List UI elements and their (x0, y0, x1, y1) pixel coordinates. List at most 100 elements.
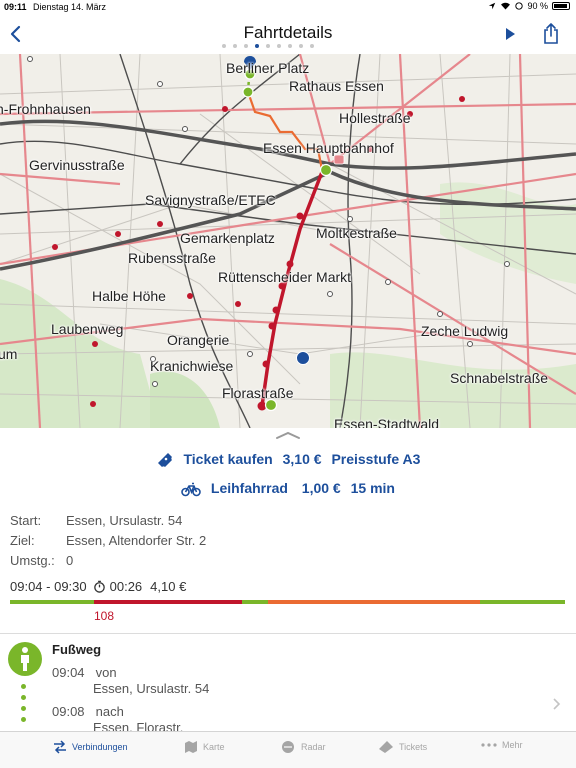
page-dot[interactable] (222, 44, 226, 48)
tab-more[interactable]: Mehr (481, 740, 523, 750)
tab-more-label: Mehr (502, 740, 523, 750)
map-label: Laubenweg (51, 321, 124, 337)
page-dot[interactable] (310, 44, 314, 48)
tram-line-label: 108 (94, 609, 115, 623)
tab-radar-label: Radar (301, 742, 326, 752)
destination-label: Ziel: (10, 533, 35, 548)
share-icon[interactable] (541, 22, 561, 46)
map-label: Schnabelstraße (450, 370, 549, 386)
ticket-label: Ticket kaufen (183, 451, 273, 467)
status-date: Dienstag 14. März (33, 2, 107, 12)
tab-map[interactable]: Karte (184, 740, 225, 754)
tab-map-label: Karte (203, 742, 225, 752)
step-from-time: 09:04 (52, 665, 85, 680)
map-label: Halbe Höhe (92, 288, 166, 304)
lock-rotation-icon (515, 2, 524, 10)
tab-connections[interactable]: Verbindungen (53, 740, 128, 754)
timeline-walk-segment (10, 600, 94, 604)
map-icon (185, 741, 197, 753)
timeline-bike-segment (268, 600, 480, 604)
ticket-icon (157, 453, 172, 468)
timeline-tram-segment (94, 600, 242, 604)
changes-label: Umstg.: (10, 553, 55, 568)
start-label: Start: (10, 513, 42, 528)
bike-price: 1,00 € (301, 480, 341, 496)
duration: 00:26 (109, 579, 143, 594)
tab-bar: Verbindungen Karte Radar Tickets Mehr (0, 731, 576, 768)
ticket-icon (379, 741, 393, 753)
chevron-right-icon[interactable] (551, 697, 561, 711)
map-label: Hollestraße (339, 110, 411, 126)
step-to: 09:08 nach Essen, Florastr. (52, 704, 183, 735)
route-map[interactable]: Berliner Platz Rathaus Essen n-Frohnhausen… (0, 54, 576, 428)
map-label: Moltkestraße (316, 225, 397, 241)
map-label: Florastraße (222, 385, 294, 401)
play-icon[interactable] (500, 24, 520, 44)
destination-address: Essen, Altendorfer Str. 2 (66, 533, 207, 548)
status-time: 09:11 (4, 2, 27, 12)
page-indicator[interactable] (222, 44, 314, 48)
page-dot[interactable] (244, 44, 248, 48)
walk-route-dots (21, 684, 27, 728)
map-label: Rüttenscheider Markt (218, 269, 352, 285)
map-label: Gemarkenplatz (180, 230, 275, 246)
total-price: 4,10 € (150, 579, 187, 594)
step-from: 09:04 von Essen, Ursulastr. 54 (52, 665, 209, 696)
step-from-address: Essen, Ursulastr. 54 (93, 681, 210, 696)
location-arrow-icon (489, 2, 496, 10)
battery-percent: 90 % (527, 1, 548, 11)
more-icon (481, 743, 497, 747)
divider (0, 633, 576, 634)
sheet-handle-chevron-icon[interactable] (274, 430, 302, 440)
status-bar: 09:11 Dienstag 14. März 90 % (0, 0, 576, 14)
battery-icon (552, 2, 570, 10)
map-label: Gervinusstraße (29, 157, 125, 173)
map-label: Essen-Stadtwald (334, 416, 440, 428)
map-label: Rubensstraße (128, 250, 216, 266)
buy-ticket-button[interactable]: Ticket kaufen 3,10 € Preisstufe A3 (0, 451, 576, 469)
tab-connections-label: Verbindungen (72, 742, 128, 752)
start-address: Essen, Ursulastr. 54 (66, 513, 183, 528)
map-label: Savignystraße/ETEC (145, 192, 276, 208)
changes-value: 0 (66, 553, 74, 568)
ticket-price: 3,10 € (282, 451, 322, 467)
ticket-zone: Preisstufe A3 (331, 451, 421, 467)
radar-icon (282, 741, 294, 753)
map-label: Orangerie (167, 332, 230, 348)
journey-summary: 09:04 - 09:30 00:26 4,10 € (10, 579, 186, 594)
bike-label: Leihfahrrad (210, 480, 288, 496)
map-label: Zeche Ludwig (421, 323, 509, 339)
walking-person-icon (8, 642, 42, 676)
step-to-time: 09:08 (52, 704, 85, 719)
bicycle-icon (181, 482, 201, 497)
step-title: Fußweg (52, 642, 102, 657)
page-dot[interactable] (277, 44, 281, 48)
map-label: Berliner Platz (226, 60, 310, 76)
tab-tickets[interactable]: Tickets (378, 740, 427, 754)
journey-timeline (10, 600, 565, 604)
map-label: um (0, 346, 18, 362)
bike-rental-row[interactable]: Leihfahrrad 1,00 € 15 min (0, 480, 576, 497)
tab-radar[interactable]: Radar (280, 740, 326, 754)
connections-icon (54, 740, 66, 754)
timeline-walk-segment (242, 600, 268, 604)
page-dot[interactable] (255, 44, 259, 48)
page-dot[interactable] (288, 44, 292, 48)
map-label: Rathaus Essen (289, 78, 384, 94)
tab-tickets-label: Tickets (399, 742, 428, 752)
page-dot[interactable] (299, 44, 303, 48)
bike-duration: 15 min (350, 480, 395, 496)
step-from-word: von (95, 665, 117, 680)
page-dot[interactable] (233, 44, 237, 48)
timeline-walk-segment (480, 600, 565, 604)
time-range: 09:04 - 09:30 (10, 579, 87, 594)
step-to-word: nach (95, 704, 124, 719)
page-title: Fahrtdetails (243, 23, 333, 42)
page-dot[interactable] (266, 44, 270, 48)
stopwatch-icon (93, 580, 105, 593)
wifi-icon (501, 2, 511, 10)
nav-bar: Fahrtdetails (0, 14, 576, 54)
map-label: Kranichwiese (150, 358, 234, 374)
map-label: Essen Hauptbahnhof (263, 140, 394, 156)
map-label: n-Frohnhausen (0, 101, 91, 117)
